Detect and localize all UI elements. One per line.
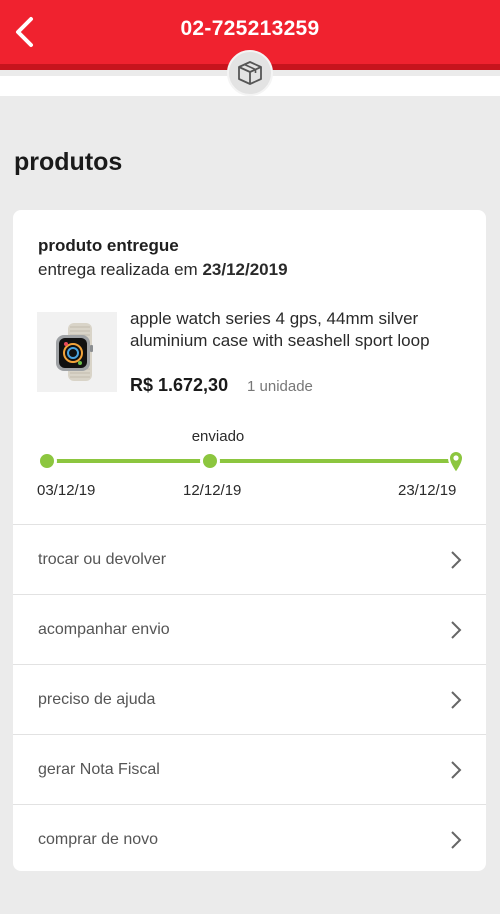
menu-item-invoice[interactable]: gerar Nota Fiscal bbox=[13, 734, 486, 804]
timeline-date-3: 23/12/19 bbox=[398, 482, 457, 499]
apple-watch-image bbox=[56, 323, 93, 381]
delivery-status-subtitle: entrega realizada em 23/12/2019 bbox=[38, 260, 288, 280]
order-card: produto entregue entrega realizada em 23… bbox=[13, 210, 486, 871]
timeline-date-1: 03/12/19 bbox=[37, 482, 96, 499]
map-pin-icon bbox=[447, 450, 465, 475]
timeline-step-2 bbox=[200, 451, 220, 471]
section-title: produtos bbox=[14, 148, 123, 176]
menu-item-label: trocar ou devolver bbox=[38, 550, 167, 568]
product-quantity: 1 unidade bbox=[247, 378, 313, 395]
menu-item-label: acompanhar envio bbox=[38, 620, 170, 638]
chevron-right-icon bbox=[451, 620, 462, 639]
delivery-timeline bbox=[37, 450, 465, 475]
menu-item-label: preciso de ajuda bbox=[38, 690, 156, 708]
chevron-right-icon bbox=[451, 550, 462, 569]
menu-item-label: gerar Nota Fiscal bbox=[38, 760, 160, 778]
menu-item-buy-again[interactable]: comprar de novo bbox=[13, 804, 486, 874]
chevron-right-icon bbox=[451, 830, 462, 849]
delivery-date: 23/12/2019 bbox=[202, 260, 288, 279]
timeline-date-2: 12/12/19 bbox=[183, 482, 242, 499]
menu-item-help[interactable]: preciso de ajuda bbox=[13, 664, 486, 734]
package-badge bbox=[227, 50, 273, 96]
delivery-status-title: produto entregue bbox=[38, 236, 179, 255]
product-image[interactable] bbox=[37, 312, 117, 392]
menu-item-label: comprar de novo bbox=[38, 830, 159, 848]
menu-item-return[interactable]: trocar ou devolver bbox=[13, 524, 486, 594]
chevron-right-icon bbox=[451, 690, 462, 709]
timeline-step-1 bbox=[37, 451, 57, 471]
timeline-current-label: enviado bbox=[191, 428, 245, 445]
delivery-prefix: entrega realizada em bbox=[38, 260, 198, 279]
product-price: R$ 1.672,30 bbox=[130, 375, 229, 395]
order-number-title: 02-725213259 bbox=[180, 17, 320, 40]
package-box-icon bbox=[238, 61, 262, 85]
product-name[interactable]: apple watch series 4 gps, 44mm silver al… bbox=[130, 308, 460, 352]
chevron-right-icon bbox=[451, 760, 462, 779]
menu-item-track-shipping[interactable]: acompanhar envio bbox=[13, 594, 486, 664]
order-actions-menu: trocar ou devolver acompanhar envio prec… bbox=[13, 524, 486, 874]
